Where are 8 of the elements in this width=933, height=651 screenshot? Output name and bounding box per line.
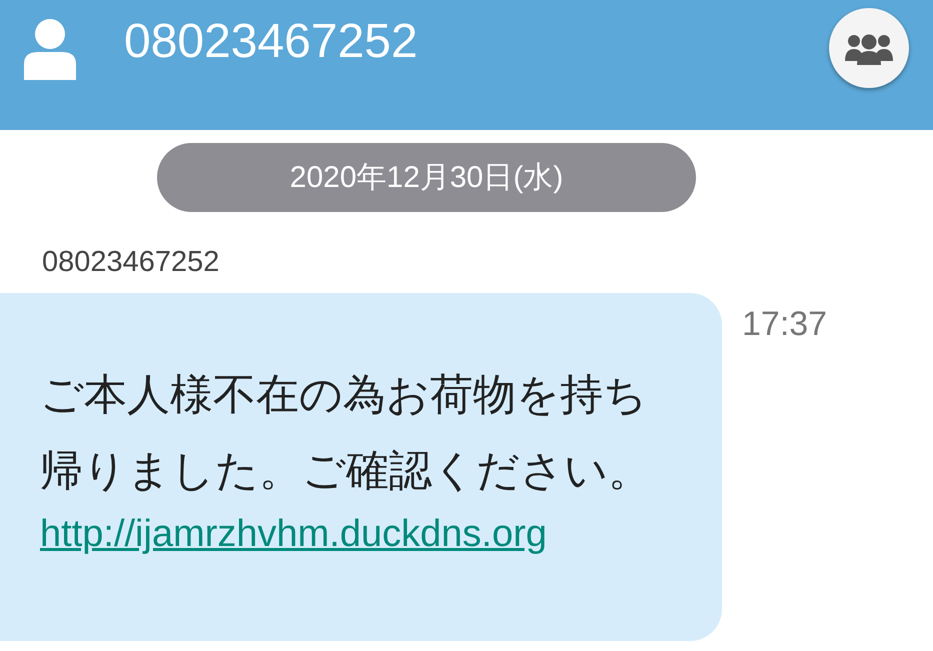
message-time: 17:37 (742, 305, 828, 344)
message-text: ご本人様不在の為お荷物を持ち帰りました。ご確認ください。 (40, 369, 652, 498)
person-icon (22, 18, 78, 80)
sender-name: 08023467252 (42, 246, 220, 279)
contact-title: 08023467252 (124, 14, 418, 69)
date-separator: 2020年12月30日(水) (157, 143, 696, 212)
message-link[interactable]: http://ijamrzhvhm.duckdns.org (40, 513, 547, 556)
group-button[interactable] (829, 8, 909, 88)
